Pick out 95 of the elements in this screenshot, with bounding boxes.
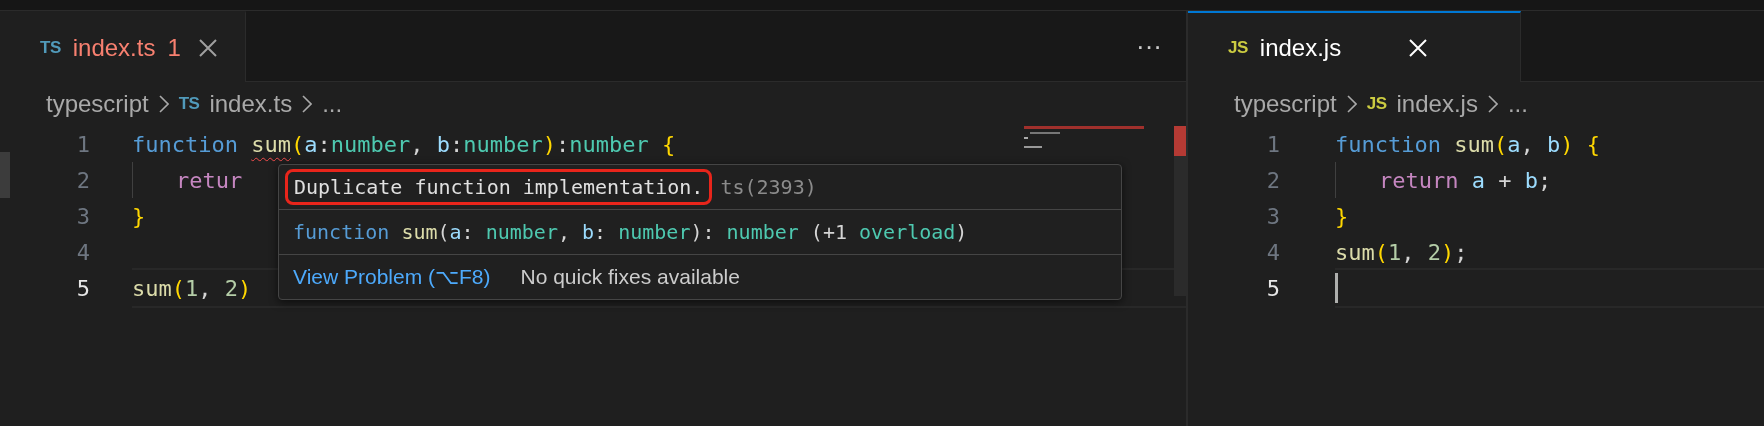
chevron-right-icon: [302, 95, 313, 113]
tab-label: index.js: [1259, 33, 1342, 62]
code-token: function: [1335, 131, 1442, 157]
chevron-right-icon: [158, 95, 169, 113]
code-token: 1: [185, 275, 199, 301]
breadcrumb[interactable]: index.ts: [209, 90, 293, 118]
code-token: ,: [557, 220, 571, 244]
code-token: sum: [1454, 131, 1494, 157]
code-token: (+1: [809, 220, 848, 244]
code-token: (: [171, 275, 185, 301]
line-number: 1: [1265, 131, 1281, 157]
code-token: (: [1493, 131, 1508, 157]
code-token: }: [1335, 203, 1349, 229]
code-token: b: [582, 220, 595, 244]
code-token: :: [555, 131, 570, 157]
code-token: a: [1507, 131, 1521, 157]
quick-fix-note: No quick fixes available: [520, 265, 740, 289]
error-message: Duplicate function implementation.: [285, 169, 713, 205]
code-token: ): [238, 275, 252, 301]
file-type-icon: TS: [40, 37, 61, 58]
code-token: }: [132, 203, 146, 229]
line-number: 2: [75, 167, 91, 193]
code-token: ): [1441, 239, 1455, 265]
line-number: 1: [75, 131, 91, 157]
code-token: retur: [176, 167, 243, 193]
breadcrumb[interactable]: typescript: [46, 90, 149, 118]
code-token: a: [1471, 167, 1485, 193]
close-icon: [1407, 36, 1430, 59]
code-token: number: [485, 220, 558, 244]
code-token: b: [436, 131, 450, 157]
code-token: ,: [1520, 131, 1535, 157]
code-token: a: [449, 220, 462, 244]
code-token: {: [661, 131, 676, 157]
code-token: ): [955, 220, 968, 244]
more-actions-button[interactable]: ···: [1112, 30, 1186, 62]
code-token: ,: [1401, 239, 1416, 265]
code-token: ): [542, 131, 556, 157]
code-token: (: [437, 220, 450, 244]
line-number: 4: [1265, 239, 1281, 265]
code-token: number: [330, 131, 411, 157]
code-token: sum: [132, 275, 172, 301]
code-token: b: [1524, 167, 1538, 193]
code-token: +: [1497, 167, 1513, 193]
line-number: 4: [75, 239, 91, 265]
code-token: :: [594, 220, 608, 244]
line-number: 2: [1265, 167, 1281, 193]
code-token: 2: [224, 275, 238, 301]
breadcrumb[interactable]: typescript: [1234, 90, 1337, 118]
code-token: ,: [198, 275, 213, 301]
code-token: (: [290, 131, 305, 157]
tab-label: index.ts: [72, 33, 156, 62]
problem-count: 1: [167, 33, 181, 62]
breadcrumb[interactable]: index.js: [1396, 90, 1478, 118]
editor-tab[interactable]: JS index.js: [1188, 11, 1521, 82]
code-token: ;: [1537, 167, 1552, 193]
code-token: number: [726, 220, 799, 244]
close-icon: [196, 36, 219, 59]
breadcrumb[interactable]: ...: [322, 90, 343, 118]
file-type-icon: JS: [1366, 94, 1387, 114]
code-token: (: [1374, 239, 1388, 265]
code-token: a: [304, 131, 318, 157]
code-token: ): [1560, 131, 1574, 157]
code-token: return: [1379, 167, 1460, 193]
chevron-right-icon: [1346, 95, 1357, 113]
code-token: number: [618, 220, 691, 244]
code-token: ;: [1454, 239, 1468, 265]
file-type-icon: TS: [178, 94, 200, 114]
code-token: :: [449, 131, 464, 157]
line-number: 5: [1265, 275, 1281, 301]
code-token: ):: [690, 220, 716, 244]
code-token: sum: [1335, 239, 1375, 265]
line-number: 3: [1265, 203, 1281, 229]
error-code: ts(2393): [720, 175, 817, 199]
code-token: :: [317, 131, 331, 157]
code-token: number: [463, 131, 543, 157]
code-token: 2: [1427, 239, 1441, 265]
code-token: {: [1585, 131, 1600, 157]
code-token: :: [461, 220, 475, 244]
editor-tab[interactable]: TS index.ts 1: [0, 11, 246, 82]
code-token: 1: [1388, 239, 1402, 265]
code-token: function: [293, 220, 391, 244]
line-number: 5: [75, 275, 91, 301]
chevron-right-icon: [1487, 95, 1498, 113]
code-token: number: [569, 131, 650, 157]
gutter-marker: [0, 152, 10, 198]
code-token: overload: [859, 220, 956, 244]
code-token: sum: [401, 220, 438, 244]
breadcrumb[interactable]: ...: [1507, 90, 1528, 118]
line-number: 3: [75, 203, 91, 229]
file-type-icon: JS: [1228, 37, 1248, 58]
code-token: sum: [251, 131, 291, 157]
code-token: ,: [410, 131, 425, 157]
code-token: function: [132, 131, 239, 157]
code-token: b: [1546, 131, 1561, 157]
view-problem-link[interactable]: View Problem (⌥F8): [293, 265, 491, 289]
